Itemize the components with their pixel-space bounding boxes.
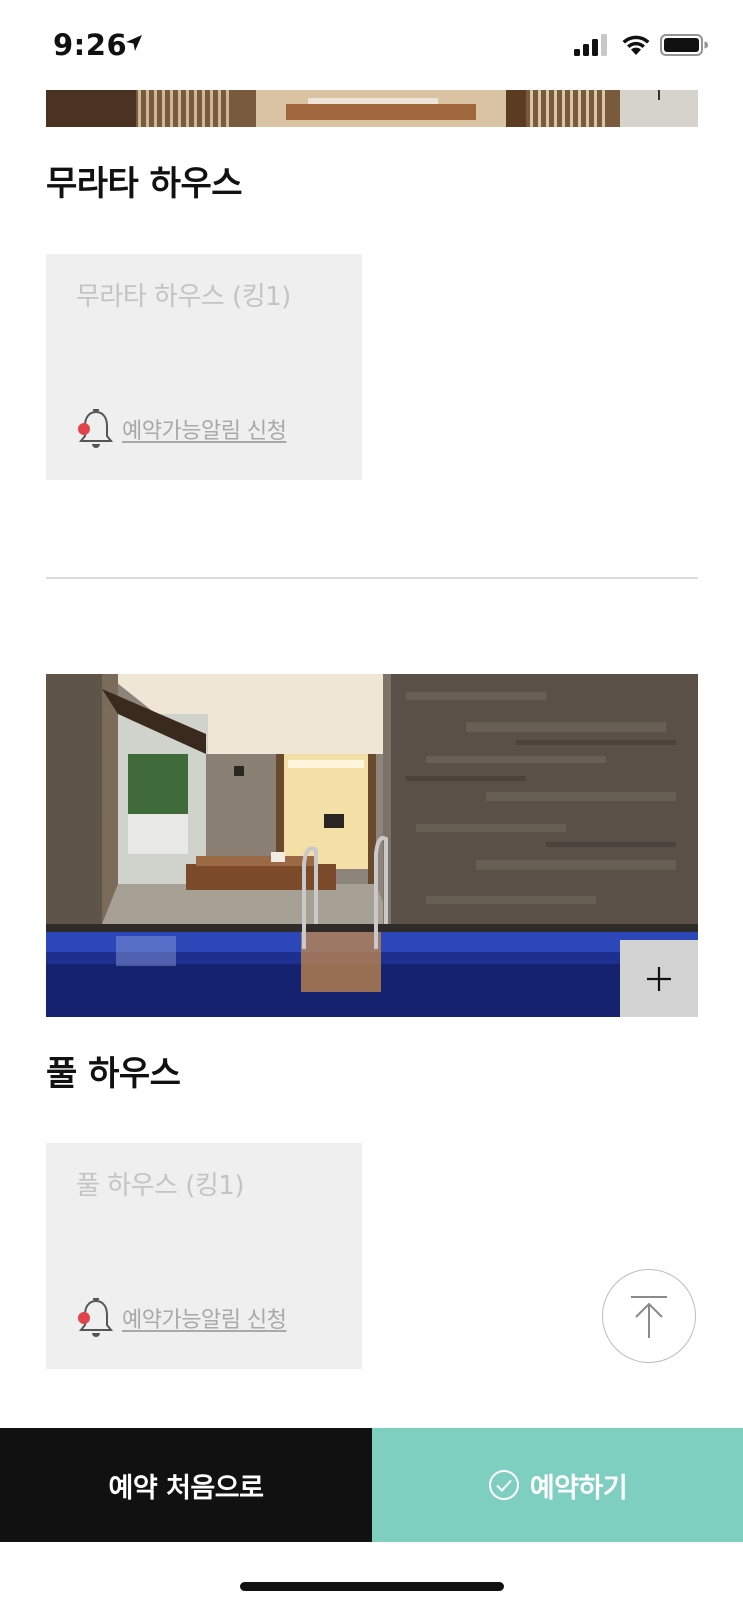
room-name: 무라타 하우스 (킹1): [76, 282, 291, 312]
alarm-request[interactable]: 예약가능알림 신청: [76, 406, 287, 452]
scroll-top-button[interactable]: [602, 1269, 696, 1363]
alarm-request-link[interactable]: 예약가능알림 신청: [122, 413, 287, 445]
room-card-pool-king1[interactable]: 풀 하우스 (킹1) 예약가능알림 신청: [46, 1143, 362, 1369]
wifi-icon: [622, 35, 650, 55]
bottom-action-bar: 예약 처음으로 예약하기: [0, 1428, 743, 1542]
home-indicator: [240, 1582, 504, 1591]
location-arrow-icon: [126, 35, 142, 51]
section-title-murata-house: 무라타 하우스: [46, 164, 243, 204]
room-card-murata-king1[interactable]: 무라타 하우스 (킹1) 예약가능알림 신청: [46, 254, 362, 480]
bell-icon: [78, 409, 114, 448]
status-bar: 9:26: [0, 0, 743, 90]
status-time: 9:26: [53, 28, 128, 62]
expand-photo-button[interactable]: [620, 940, 698, 1017]
room-photo-murata: [46, 90, 698, 127]
bell-icon: [78, 1298, 114, 1337]
reserve-label: 예약하기: [529, 1472, 628, 1504]
section-title-pool-house: 풀 하우스: [46, 1054, 181, 1094]
check-circle-icon: [488, 1470, 519, 1500]
start-over-button[interactable]: 예약 처음으로: [0, 1428, 372, 1542]
arrow-up-icon: [631, 1296, 667, 1338]
signal-icon: [574, 34, 607, 56]
start-over-label: 예약 처음으로: [108, 1472, 264, 1504]
alarm-request[interactable]: 예약가능알림 신청: [76, 1295, 287, 1341]
room-photo-pool-house[interactable]: [46, 674, 698, 1017]
battery-icon: [660, 34, 708, 56]
section-divider: [46, 577, 698, 579]
room-name: 풀 하우스 (킹1): [76, 1171, 244, 1201]
alarm-request-link[interactable]: 예약가능알림 신청: [122, 1302, 287, 1334]
plus-icon: [647, 966, 671, 991]
reserve-button[interactable]: 예약하기: [372, 1428, 743, 1542]
